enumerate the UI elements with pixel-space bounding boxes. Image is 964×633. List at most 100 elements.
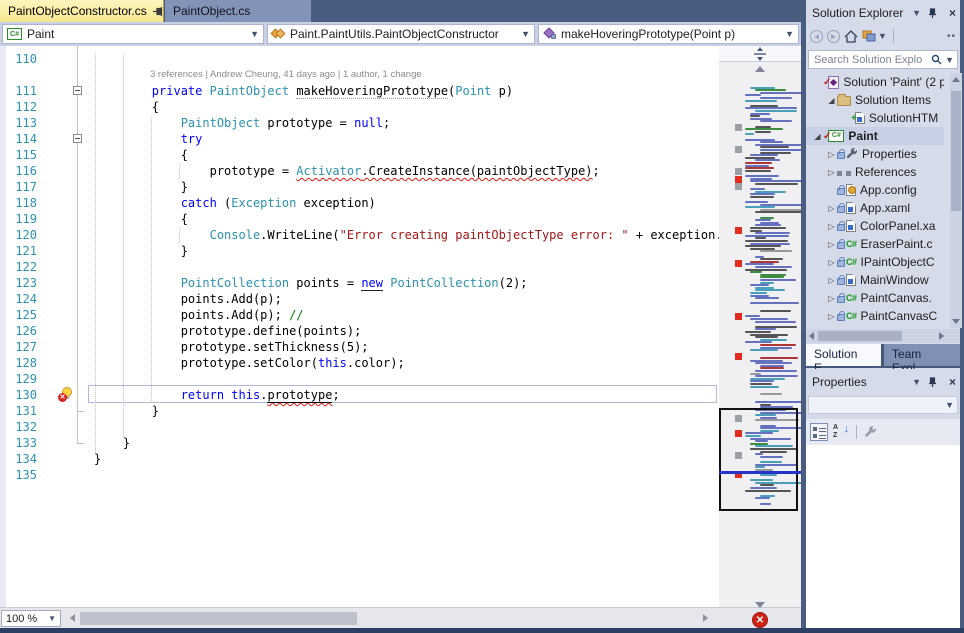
tree-item[interactable]: ▷ C# IPaintObjectC bbox=[806, 253, 944, 271]
scroll-left-arrow[interactable] bbox=[70, 614, 75, 622]
tab-solution-explorer[interactable]: Solution E... bbox=[806, 344, 881, 375]
tree-item[interactable]: ▷ Properties bbox=[806, 145, 944, 163]
search-icon[interactable] bbox=[931, 54, 942, 65]
code-line[interactable]: 121 } bbox=[0, 243, 720, 259]
code-line[interactable]: 131 } bbox=[0, 403, 720, 419]
tree-item[interactable]: + SolutionHTM bbox=[806, 109, 944, 127]
tree-item[interactable]: ◢ Solution Items bbox=[806, 91, 944, 109]
close-icon[interactable]: × bbox=[949, 7, 956, 19]
horizontal-scrollbar-thumb[interactable] bbox=[80, 612, 357, 625]
expander-icon[interactable]: ▷ bbox=[826, 168, 837, 177]
properties-titlebar[interactable]: Properties ▼ × bbox=[806, 371, 960, 393]
minimap-viewport[interactable] bbox=[719, 408, 798, 511]
expander-icon[interactable]: ▷ bbox=[826, 240, 837, 249]
scroll-up-arrow[interactable] bbox=[952, 77, 960, 82]
scroll-up-arrow[interactable] bbox=[755, 66, 765, 72]
code-line[interactable]: 120 Console.WriteLine("Error creating pa… bbox=[0, 227, 744, 243]
categorized-view-icon[interactable] bbox=[810, 423, 828, 441]
tree-item[interactable]: ▷ C# EraserPaint.c bbox=[806, 235, 944, 253]
code-line[interactable]: 125 points.Add(p); // bbox=[0, 307, 720, 323]
expander-icon[interactable]: ▷ bbox=[826, 312, 837, 321]
expander-icon[interactable]: ▷ bbox=[826, 258, 837, 267]
error-status-icon[interactable]: ✕ bbox=[752, 612, 768, 628]
code-line[interactable]: 110 bbox=[0, 51, 720, 67]
tree-item[interactable]: ◢ ✓ C# Paint bbox=[806, 127, 944, 145]
zoom-dropdown[interactable]: 100 % ▼ bbox=[1, 610, 61, 627]
code-line[interactable]: 119 { bbox=[0, 211, 720, 227]
window-menu-icon[interactable]: ▼ bbox=[912, 8, 921, 18]
forward-button[interactable]: ► bbox=[827, 29, 840, 43]
code-line[interactable]: 111 private PaintObject makeHoveringProt… bbox=[0, 83, 720, 99]
code-line[interactable]: 124 points.Add(p); bbox=[0, 291, 720, 307]
splitter-handle[interactable] bbox=[719, 46, 801, 62]
search-input[interactable] bbox=[812, 52, 932, 67]
tab-paintobject[interactable]: PaintObject.cs bbox=[165, 0, 311, 22]
scrollbar-thumb[interactable] bbox=[818, 331, 902, 341]
back-button[interactable]: ◄ bbox=[810, 29, 823, 43]
tab-team-explorer[interactable]: Team Expl... bbox=[883, 344, 960, 375]
tab-paintobjectconstructor[interactable]: PaintObjectConstructor.cs × bbox=[0, 0, 175, 22]
code-line[interactable]: 133 } bbox=[0, 435, 720, 451]
tree-item[interactable]: ▷ C# PaintCanvas. bbox=[806, 289, 944, 307]
code-line[interactable]: 113 PaintObject prototype = null; bbox=[0, 115, 720, 131]
minimap-scrollbar[interactable] bbox=[719, 46, 801, 607]
pin-icon[interactable] bbox=[928, 376, 937, 388]
code-line[interactable]: 112 { bbox=[0, 99, 720, 115]
solution-explorer-titlebar[interactable]: Solution Explorer ▼ × bbox=[806, 0, 960, 24]
close-icon[interactable]: × bbox=[949, 376, 956, 388]
code-line[interactable]: 115 { bbox=[0, 147, 720, 163]
sync-view-icon[interactable]: ▼ bbox=[862, 30, 887, 42]
code-lines[interactable]: 110 3 references | Andrew Cheung, 41 days… bbox=[0, 51, 744, 483]
expander-icon[interactable]: ▷ bbox=[826, 294, 837, 303]
codelens-row[interactable]: 3 references | Andrew Cheung, 41 days ag… bbox=[0, 67, 720, 83]
expander-icon[interactable]: ▷ bbox=[826, 222, 837, 231]
lightbulb-error-icon[interactable]: ✕ bbox=[58, 387, 75, 402]
code-editor[interactable]: 110 3 references | Andrew Cheung, 41 days… bbox=[0, 46, 801, 607]
solution-search-box[interactable]: ▼ bbox=[808, 50, 958, 69]
tree-item[interactable]: App.config bbox=[806, 181, 944, 199]
code-line[interactable]: 126 prototype.define(points); bbox=[0, 323, 720, 339]
tree-vertical-scrollbar[interactable] bbox=[950, 73, 962, 328]
tree-item[interactable]: ▷ App.xaml bbox=[806, 199, 944, 217]
code-line[interactable]: 116 prototype = Activator.CreateInstance… bbox=[0, 163, 720, 179]
code-line[interactable]: 118 catch (Exception exception) bbox=[0, 195, 720, 211]
tree-item[interactable]: ▷ C# PaintCanvasC bbox=[806, 307, 944, 325]
alphabetical-sort-icon[interactable]: A Z ↓ bbox=[833, 424, 849, 440]
code-line[interactable]: 117 } bbox=[0, 179, 720, 195]
scroll-down-arrow[interactable] bbox=[755, 602, 765, 608]
project-dropdown[interactable]: C# Paint ▼ bbox=[2, 24, 264, 44]
tree-horizontal-scrollbar[interactable] bbox=[806, 329, 960, 343]
code-line[interactable]: 114 try bbox=[0, 131, 720, 147]
code-line[interactable]: 130 return this.prototype; bbox=[0, 387, 720, 403]
object-selector-dropdown[interactable]: ▼ bbox=[808, 396, 958, 414]
scroll-right-arrow[interactable] bbox=[939, 332, 944, 340]
code-line[interactable]: 122 bbox=[0, 259, 720, 275]
window-menu-icon[interactable]: ▼ bbox=[912, 377, 921, 387]
member-dropdown[interactable]: makeHoveringPrototype(Point p) ▼ bbox=[538, 24, 799, 44]
toolbar-overflow-icon[interactable]: •• bbox=[947, 31, 956, 42]
code-line[interactable]: 135 bbox=[0, 467, 720, 483]
expander-icon[interactable]: ▷ bbox=[826, 204, 837, 213]
home-icon[interactable] bbox=[844, 29, 858, 43]
scroll-right-arrow[interactable] bbox=[703, 614, 708, 622]
pin-icon[interactable] bbox=[928, 7, 937, 19]
expander-icon[interactable]: ▷ bbox=[826, 276, 837, 285]
tree-item[interactable]: ▷ References bbox=[806, 163, 944, 181]
tree-item[interactable]: ▷ ColorPanel.xa bbox=[806, 217, 944, 235]
wrench-icon[interactable] bbox=[864, 425, 877, 439]
expander-icon[interactable]: ◢ bbox=[812, 132, 823, 141]
expander-icon[interactable]: ▷ bbox=[826, 150, 837, 159]
chevron-down-icon[interactable]: ▼ bbox=[945, 55, 954, 65]
code-line[interactable]: 132 bbox=[0, 419, 720, 435]
expander-icon[interactable]: ◢ bbox=[826, 96, 837, 105]
code-line[interactable]: 123 PointCollection points = new PointCo… bbox=[0, 275, 720, 291]
code-line[interactable]: 129 bbox=[0, 371, 720, 387]
pin-icon[interactable] bbox=[152, 6, 163, 17]
code-line[interactable]: 128 prototype.setColor(this.color); bbox=[0, 355, 720, 371]
scrollbar-thumb[interactable] bbox=[951, 91, 961, 211]
tree-item[interactable]: ▷ MainWindow bbox=[806, 271, 944, 289]
code-line[interactable]: 134} bbox=[0, 451, 720, 467]
type-dropdown[interactable]: Paint.PaintUtils.PaintObjectConstructor … bbox=[267, 24, 535, 44]
scroll-left-arrow[interactable] bbox=[809, 332, 814, 340]
code-line[interactable]: 127 prototype.setThickness(5); bbox=[0, 339, 720, 355]
